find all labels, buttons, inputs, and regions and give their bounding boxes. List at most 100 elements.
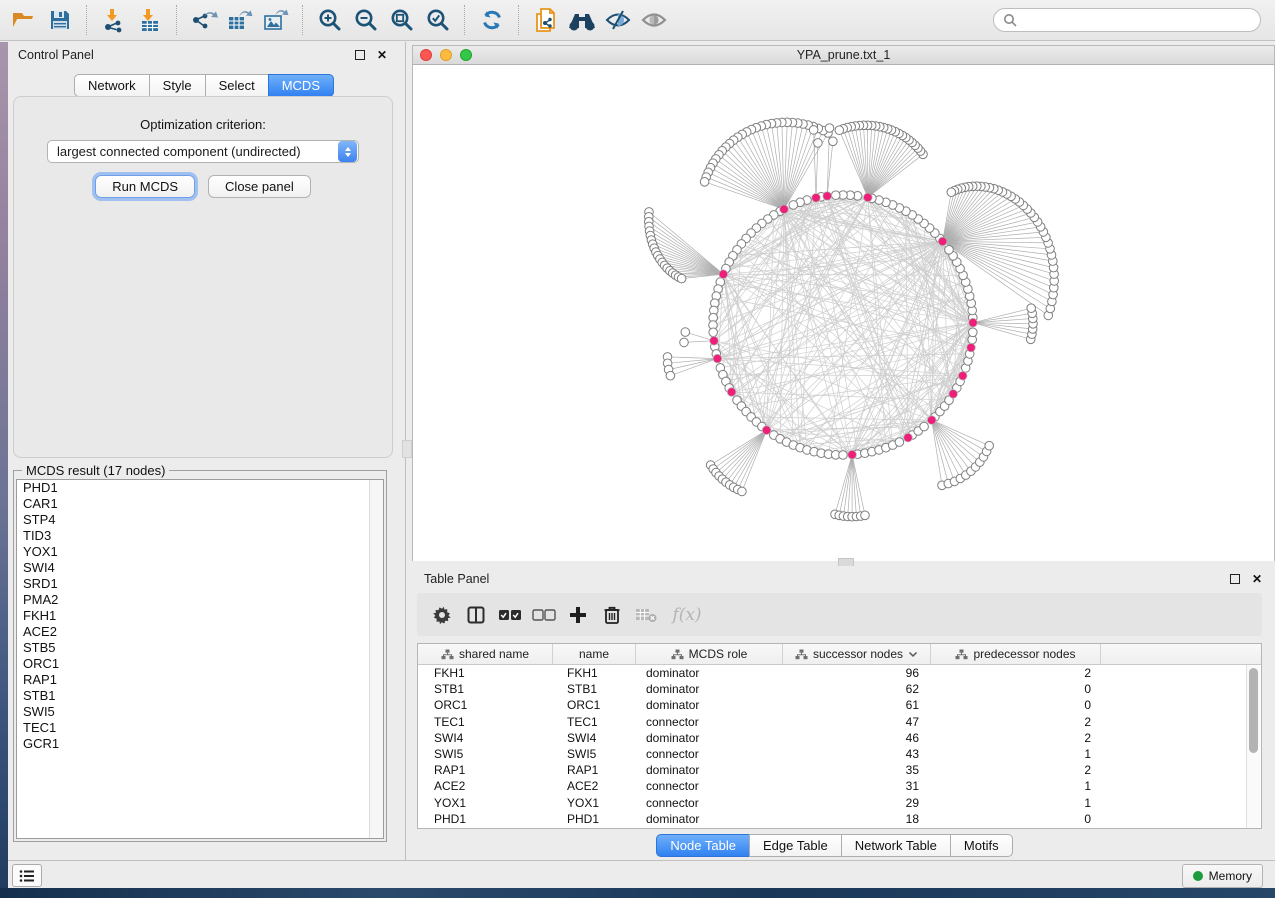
mcds-result-item[interactable]: TID3 [17,528,383,544]
mcds-result-item[interactable]: FKH1 [17,608,383,624]
column-header-predecessor-nodes[interactable]: predecessor nodes [931,644,1101,664]
mcds-result-item[interactable]: PMA2 [17,592,383,608]
splitter-grip[interactable] [402,440,412,458]
mcds-result-item[interactable]: GCR1 [17,736,383,752]
table-row[interactable]: YOX1YOX1connector291 [418,795,1261,811]
mcds-node[interactable] [713,354,722,363]
tab-edge-table[interactable]: Edge Table [749,834,842,857]
column-header-shared-name[interactable]: shared name [418,644,553,664]
run-mcds-button[interactable]: Run MCDS [95,175,195,198]
column-header-name[interactable]: name [553,644,636,664]
table-scrollbar[interactable] [1246,665,1260,828]
float-panel-button[interactable] [352,47,368,63]
show-hide-annotations-button[interactable] [636,4,672,36]
table-scrollbar-thumb[interactable] [1249,668,1258,753]
mcds-result-item[interactable]: YOX1 [17,544,383,560]
add-column-button[interactable] [563,600,593,630]
export-image-button[interactable] [258,4,294,36]
zoom-in-button[interactable] [312,4,348,36]
mcds-node[interactable] [938,237,947,246]
tab-style[interactable]: Style [149,74,206,97]
tab-mcds[interactable]: MCDS [268,74,334,97]
search-input[interactable] [1023,12,1251,28]
network-graph[interactable] [413,65,1274,561]
show-columns-button[interactable] [461,600,491,630]
close-table-panel-button[interactable]: ✕ [1249,571,1265,587]
function-builder-button[interactable]: f(x) [665,600,709,630]
mcds-result-item[interactable]: STB5 [17,640,383,656]
table-row[interactable]: ORC1ORC1dominator610 [418,697,1261,713]
mcds-result-item[interactable]: SWI5 [17,704,383,720]
close-panel-button[interactable]: ✕ [374,47,390,63]
memory-button[interactable]: Memory [1182,864,1263,888]
optimization-criterion-select[interactable]: largest connected component (undirected) [47,140,359,163]
mcds-node[interactable] [967,343,976,352]
save-session-button[interactable] [42,4,78,36]
mcds-node[interactable] [949,390,958,399]
mcds-node[interactable] [958,372,967,381]
export-network-button[interactable] [186,4,222,36]
search-field[interactable] [993,8,1261,32]
zoom-fit-button[interactable] [384,4,420,36]
zoom-out-button[interactable] [348,4,384,36]
mcds-result-list[interactable]: PHD1CAR1STP4TID3YOX1SWI4SRD1PMA2FKH1ACE2… [16,479,384,839]
mcds-result-item[interactable]: STB1 [17,688,383,704]
mcds-result-item[interactable]: STP4 [17,512,383,528]
mcds-node[interactable] [812,194,821,203]
mcds-node[interactable] [719,270,728,279]
mcds-result-item[interactable]: ORC1 [17,656,383,672]
refresh-layout-button[interactable] [474,4,510,36]
column-header-successor-nodes[interactable]: successor nodes [783,644,931,664]
mcds-result-item[interactable]: PHD1 [17,480,383,496]
show-hide-graphics-details-button[interactable] [600,4,636,36]
vertical-splitter[interactable] [400,42,412,860]
import-network-button[interactable] [96,4,132,36]
mcds-node[interactable] [823,192,832,201]
column-header-MCDS-role[interactable]: MCDS role [636,644,783,664]
task-history-button[interactable] [12,864,42,887]
tab-network-table[interactable]: Network Table [841,834,951,857]
tab-motifs[interactable]: Motifs [950,834,1013,857]
mcds-node[interactable] [727,388,736,397]
delete-table-button[interactable] [631,600,661,630]
open-file-button[interactable] [6,4,42,36]
mcds-node[interactable] [927,416,936,425]
mcds-result-item[interactable]: CAR1 [17,496,383,512]
network-view-titlebar[interactable]: YPA_prune.txt_1 [413,46,1274,65]
export-table-button[interactable] [222,4,258,36]
mcds-node[interactable] [710,337,719,346]
table-row[interactable]: TEC1TEC1connector472 [418,714,1261,730]
mcds-result-item[interactable]: RAP1 [17,672,383,688]
result-list-scrollbar[interactable] [369,480,383,838]
mcds-node[interactable] [780,205,789,214]
new-network-from-selection-button[interactable] [528,4,564,36]
table-row[interactable]: ACE2ACE2connector311 [418,778,1261,794]
mcds-result-item[interactable]: TEC1 [17,720,383,736]
tab-network[interactable]: Network [74,74,150,97]
mcds-node[interactable] [848,450,857,459]
float-table-panel-button[interactable] [1227,571,1243,587]
mcds-node[interactable] [762,426,771,435]
first-neighbors-button[interactable] [564,4,600,36]
table-row[interactable]: FKH1FKH1dominator962 [418,665,1261,681]
table-row[interactable]: SWI4SWI4dominator462 [418,730,1261,746]
tab-select[interactable]: Select [205,74,269,97]
import-table-button[interactable] [132,4,168,36]
table-row[interactable]: STB1STB1dominator620 [418,681,1261,697]
table-options-button[interactable] [427,600,457,630]
mcds-node[interactable] [969,318,978,327]
mcds-node[interactable] [864,193,873,202]
mcds-result-item[interactable]: ACE2 [17,624,383,640]
zoom-selected-button[interactable] [420,4,456,36]
select-all-checkboxes-button[interactable] [495,600,525,630]
tab-node-table[interactable]: Node Table [656,834,750,857]
delete-column-button[interactable] [597,600,627,630]
mcds-node[interactable] [904,433,913,442]
mcds-result-item[interactable]: SWI4 [17,560,383,576]
table-row[interactable]: RAP1RAP1dominator352 [418,762,1261,778]
network-canvas[interactable] [413,65,1274,561]
table-row[interactable]: PHD1PHD1dominator180 [418,811,1261,827]
mcds-result-item[interactable]: SRD1 [17,576,383,592]
table-row[interactable]: SWI5SWI5connector431 [418,746,1261,762]
deselect-all-checkboxes-button[interactable] [529,600,559,630]
